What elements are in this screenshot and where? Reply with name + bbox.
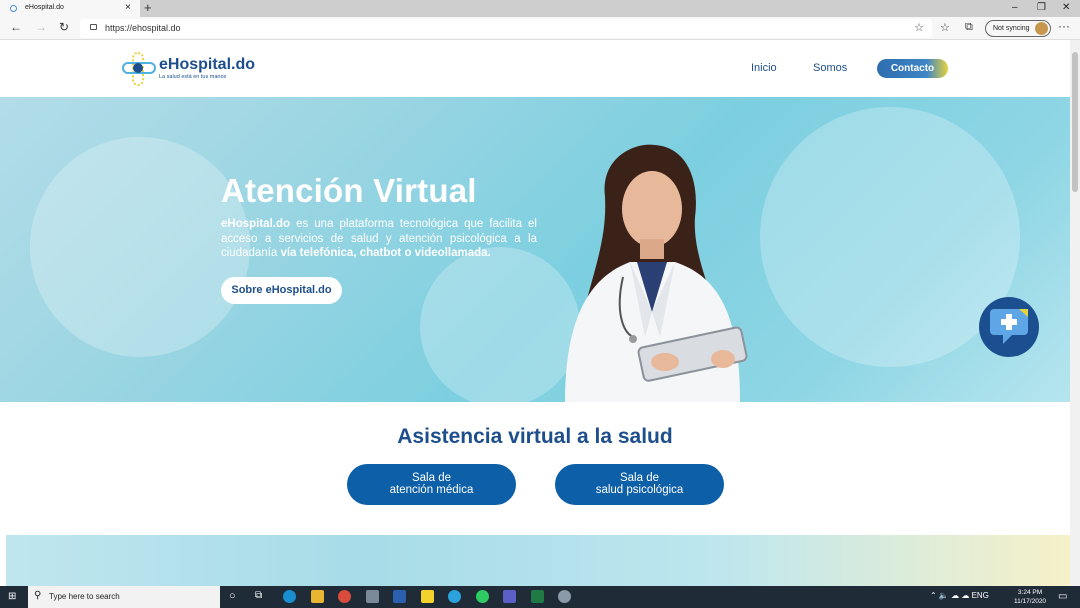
page-scrollbar[interactable] xyxy=(1070,40,1080,586)
chrome-icon[interactable] xyxy=(338,590,351,603)
browser-tab[interactable]: eHospital.do × xyxy=(0,0,140,17)
whatsapp-icon[interactable] xyxy=(476,590,489,603)
site-favicon-icon xyxy=(10,5,17,12)
cortana-icon[interactable]: ○ xyxy=(229,590,236,602)
site-header: eHospital.do La salud está en tus manos … xyxy=(0,40,1070,97)
edge-icon[interactable] xyxy=(283,590,296,603)
taskbar-search-placeholder: Type here to search xyxy=(49,592,120,601)
sticky-notes-icon[interactable] xyxy=(421,590,434,603)
logo-name[interactable]: eHospital.do xyxy=(159,56,255,74)
browser-tab-strip: eHospital.do × + – ❐ ✕ xyxy=(0,0,1080,17)
next-section-banner xyxy=(6,535,1070,586)
windows-start-icon[interactable]: ⊞ xyxy=(8,591,16,602)
chat-widget-button[interactable] xyxy=(979,297,1039,357)
address-bar[interactable]: https://ehospital.do ☆ xyxy=(80,19,932,38)
minimize-icon[interactable]: – xyxy=(1012,2,1018,13)
refresh-icon[interactable]: ↻ xyxy=(59,20,69,34)
hero-description: eHospital.do es una plataforma tecnológi… xyxy=(221,217,537,261)
logo-tagline: La salud está en tus manos xyxy=(159,74,227,80)
app-icon[interactable] xyxy=(558,590,571,603)
assistance-title: Asistencia virtual a la salud xyxy=(397,425,673,448)
url-text: https://ehospital.do xyxy=(105,23,181,33)
browser-toolbar: ← → ↻ https://ehospital.do ☆ ☆ ⧉ Not syn… xyxy=(0,17,1080,40)
close-window-icon[interactable]: ✕ xyxy=(1062,2,1070,13)
logo-mark-icon xyxy=(122,52,156,86)
telegram-icon[interactable] xyxy=(448,590,461,603)
teams-icon[interactable] xyxy=(503,590,516,603)
calculator-icon[interactable] xyxy=(366,590,379,603)
language-indicator[interactable]: ENG xyxy=(972,591,989,600)
hero-text-bold: vía telefónica, chatbot o videollamada. xyxy=(280,247,491,259)
favorite-star-icon[interactable]: ☆ xyxy=(914,21,924,34)
about-ehospital-button[interactable]: Sobre eHospital.do xyxy=(221,277,342,304)
hero-title: Atención Virtual xyxy=(221,172,477,209)
nav-inicio[interactable]: Inicio xyxy=(751,62,777,74)
collections-icon[interactable]: ⧉ xyxy=(965,21,973,34)
more-options-icon[interactable]: ··· xyxy=(1058,19,1070,33)
windows-taskbar: ⊞ ⚲ Type here to search ○ ⧉ ⌃ 🔈 ☁ ☁ ENG … xyxy=(0,586,1080,608)
scrollbar-thumb[interactable] xyxy=(1072,52,1078,192)
medical-room-line1: Sala de xyxy=(411,472,451,484)
restore-icon[interactable]: ❐ xyxy=(1037,2,1046,13)
taskbar-clock[interactable]: 3:24 PM 11/17/2020 xyxy=(1014,588,1046,606)
notifications-icon[interactable]: ▭ xyxy=(1058,591,1067,602)
nav-somos[interactable]: Somos xyxy=(813,62,847,74)
psychology-room-button[interactable]: Sala de salud psicológica xyxy=(555,464,724,505)
chat-bubble-icon xyxy=(990,309,1028,344)
lock-icon xyxy=(90,24,97,30)
profile-sync-button[interactable]: Not syncing xyxy=(985,20,1051,37)
excel-icon[interactable] xyxy=(531,590,544,603)
hero-banner: Atención Virtual eHospital.do es una pla… xyxy=(0,97,1070,402)
psychology-room-line1: Sala de xyxy=(619,472,659,484)
psychology-room-line2: salud psicológica xyxy=(595,484,684,496)
word-icon[interactable] xyxy=(393,590,406,603)
clock-time: 3:24 PM xyxy=(1017,589,1043,596)
system-tray[interactable]: ⌃ 🔈 ☁ ☁ ENG xyxy=(930,591,989,600)
contact-button[interactable]: Contacto xyxy=(877,59,948,78)
favorites-icon[interactable]: ☆ xyxy=(940,21,950,34)
back-icon[interactable]: ← xyxy=(10,20,22,34)
medical-room-line2: atención médica xyxy=(389,484,474,496)
file-explorer-icon[interactable] xyxy=(311,590,324,603)
task-view-icon[interactable]: ⧉ xyxy=(255,590,262,601)
sync-label: Not syncing xyxy=(993,25,1030,32)
hero-brand: eHospital.do xyxy=(221,218,291,230)
doctor-image xyxy=(565,144,748,402)
forward-icon[interactable]: → xyxy=(35,20,47,34)
page-viewport: eHospital.do La salud está en tus manos … xyxy=(0,40,1070,586)
close-tab-icon[interactable]: × xyxy=(125,2,131,13)
new-tab-button[interactable]: + xyxy=(144,0,152,15)
search-icon: ⚲ xyxy=(34,590,42,601)
clock-date: 11/17/2020 xyxy=(1014,598,1047,605)
taskbar-search[interactable]: ⚲ Type here to search xyxy=(28,586,220,608)
tab-title: eHospital.do xyxy=(25,4,64,11)
avatar xyxy=(1035,22,1048,35)
medical-room-button[interactable]: Sala de atención médica xyxy=(347,464,516,505)
